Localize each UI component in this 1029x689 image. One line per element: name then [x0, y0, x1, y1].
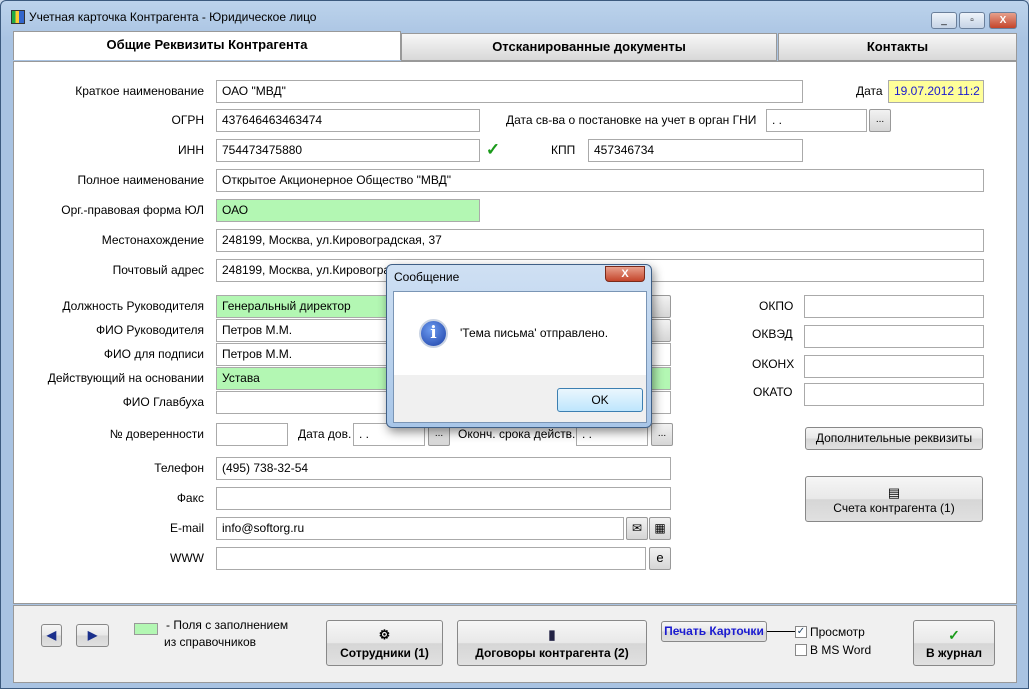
phone-label: Телефон	[154, 461, 204, 475]
message-dialog: Сообщение X i 'Тема письма' отправлено. …	[386, 264, 652, 428]
fax-label: Факс	[176, 491, 204, 505]
org-form-label: Орг.-правовая форма ЮЛ	[61, 203, 204, 217]
accountant-label: ФИО Главбуха	[122, 395, 204, 409]
okonh-input[interactable]	[804, 355, 984, 378]
ogrn-label: ОГРН	[171, 113, 204, 127]
email-input[interactable]: info@softorg.ru	[216, 517, 624, 540]
tab-contacts[interactable]: Контакты	[778, 33, 1017, 61]
msword-label: В MS Word	[810, 643, 872, 657]
print-card-button[interactable]: Печать Карточки	[661, 621, 767, 642]
tab-general[interactable]: Общие Реквизиты Контрагента	[13, 31, 401, 60]
fax-input[interactable]	[216, 487, 671, 510]
previous-button[interactable]: ◀	[41, 624, 62, 647]
browser-icon[interactable]: e	[649, 547, 671, 570]
full-name-input[interactable]: Открытое Акционерное Общество "МВД"	[216, 169, 984, 192]
connector-line	[767, 631, 795, 632]
short-name-label: Краткое наименование	[75, 84, 204, 98]
legend-text-2: из справочников	[164, 635, 257, 649]
accounts-icon: ▤	[887, 485, 901, 500]
journal-button[interactable]: ✓ В журнал	[913, 620, 995, 666]
okato-label: ОКАТО	[753, 385, 793, 399]
dialog-title: Сообщение	[394, 270, 460, 284]
legend-text: - Поля с заполнением	[166, 618, 289, 632]
app-icon	[11, 10, 25, 24]
org-form-input[interactable]: ОАО	[216, 199, 480, 222]
close-button[interactable]: X	[989, 12, 1017, 29]
legend-swatch	[134, 623, 158, 635]
okpo-input[interactable]	[804, 295, 984, 318]
reg-date-picker-button[interactable]: ...	[869, 109, 891, 132]
window-title: Учетная карточка Контрагента - Юридическ…	[29, 10, 317, 24]
accounts-button[interactable]: ▤ Счета контрагента (1)	[805, 476, 983, 522]
inn-label: ИНН	[178, 143, 204, 157]
msword-checkbox[interactable]	[795, 644, 807, 656]
check-icon: ✓	[948, 627, 960, 643]
send-email-icon[interactable]: ✉	[626, 517, 648, 540]
employees-button-label: Сотрудники (1)	[340, 646, 429, 660]
head-name-lookup-button[interactable]	[649, 319, 671, 342]
date-input[interactable]: 19.07.2012 11:2	[888, 80, 984, 103]
accounts-button-label: Счета контрагента (1)	[833, 501, 955, 515]
dialog-body: i 'Тема письма' отправлено. OK	[393, 291, 647, 423]
www-label: WWW	[170, 551, 204, 565]
kpp-label: КПП	[551, 143, 576, 157]
short-name-input[interactable]: ОАО "МВД"	[216, 80, 803, 103]
tab-scanned-documents[interactable]: Отсканированные документы	[401, 33, 777, 61]
sign-name-label: ФИО для подписи	[103, 347, 204, 361]
inn-input[interactable]: 754473475880	[216, 139, 480, 162]
dialog-message: 'Тема письма' отправлено.	[460, 326, 609, 340]
reg-date-label: Дата св-ва о постановке на учет в орган …	[506, 113, 757, 127]
extra-details-button[interactable]: Дополнительные реквизиты	[805, 427, 983, 450]
head-name-label: ФИО Руководителя	[96, 323, 204, 337]
www-input[interactable]	[216, 547, 646, 570]
head-position-lookup-button[interactable]	[649, 295, 671, 318]
poa-number-input[interactable]	[216, 423, 288, 446]
table-icon[interactable]: ▦	[649, 517, 671, 540]
info-icon: i	[419, 319, 448, 348]
contracts-button-label: Договоры контрагента (2)	[475, 646, 629, 660]
dialog-close-button[interactable]: X	[605, 266, 645, 282]
location-input[interactable]: 248199, Москва, ул.Кировоградская, 37	[216, 229, 984, 252]
okved-label: ОКВЭД	[752, 327, 793, 341]
contracts-button[interactable]: ▮ Договоры контрагента (2)	[457, 620, 647, 666]
poa-date-label: Дата дов.	[298, 427, 352, 441]
check-inn-icon[interactable]: ✓	[483, 140, 503, 161]
head-position-label: Должность Руководителя	[62, 299, 204, 313]
full-name-label: Полное наименование	[77, 173, 205, 187]
preview-checkbox[interactable]: ✓	[795, 626, 807, 638]
kpp-input[interactable]: 457346734	[588, 139, 803, 162]
poa-number-label: № доверенности	[109, 427, 204, 441]
contracts-icon: ▮	[548, 627, 556, 642]
okpo-label: ОКПО	[759, 299, 794, 313]
okonh-label: ОКОНХ	[752, 357, 795, 371]
okato-input[interactable]	[804, 383, 984, 406]
next-button[interactable]: ▶	[76, 624, 109, 647]
ok-button[interactable]: OK	[557, 388, 643, 412]
postal-label: Почтовый адрес	[112, 263, 204, 277]
okved-input[interactable]	[804, 325, 984, 348]
employees-icon: ⚙	[378, 627, 391, 642]
phone-input[interactable]: (495) 738-32-54	[216, 457, 671, 480]
location-label: Местонахождение	[101, 233, 204, 247]
journal-button-label: В журнал	[926, 646, 982, 660]
minimize-button[interactable]: _	[931, 12, 957, 29]
poa-end-picker-button[interactable]: ...	[651, 423, 673, 446]
reg-date-input[interactable]: . .	[766, 109, 867, 132]
ogrn-input[interactable]: 437646463463474	[216, 109, 480, 132]
email-label: E-mail	[169, 521, 204, 535]
employees-button[interactable]: ⚙ Сотрудники (1)	[326, 620, 443, 666]
maximize-button[interactable]: ▫	[959, 12, 985, 29]
date-label: Дата	[856, 84, 883, 98]
basis-label: Действующий на основании	[47, 371, 204, 385]
